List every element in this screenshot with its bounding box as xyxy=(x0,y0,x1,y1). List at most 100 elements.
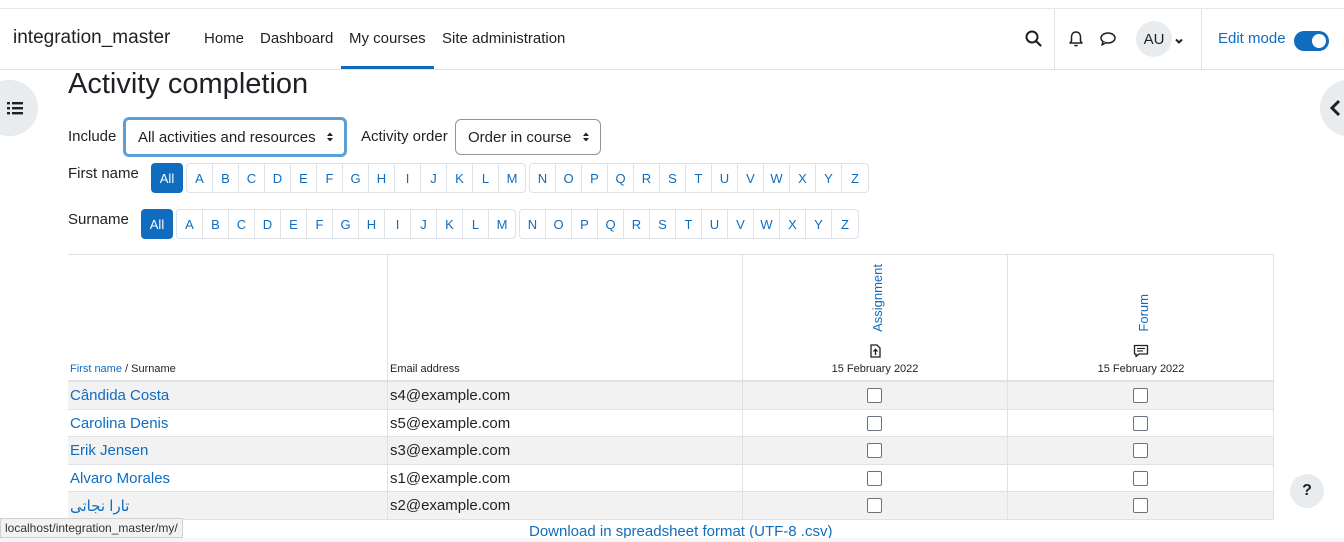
firstname-letter-button[interactable]: C xyxy=(239,164,265,192)
include-select[interactable]: All activities and resources xyxy=(123,117,347,157)
column-divider xyxy=(1273,255,1274,383)
firstname-letter-button[interactable]: A xyxy=(187,164,213,192)
surname-letter-button[interactable]: J xyxy=(411,210,437,238)
activity-order-select[interactable]: Order in course xyxy=(455,119,601,155)
open-course-index-button[interactable] xyxy=(0,80,38,136)
firstname-letter-button[interactable]: W xyxy=(764,164,790,192)
column-header-surname[interactable]: / Surname xyxy=(122,363,176,375)
firstname-letter-button[interactable]: E xyxy=(291,164,317,192)
surname-letter-button[interactable]: V xyxy=(728,210,754,238)
firstname-letter-button[interactable]: Y xyxy=(816,164,842,192)
surname-letter-button[interactable]: C xyxy=(229,210,255,238)
firstname-letter-button[interactable]: K xyxy=(447,164,473,192)
firstname-letter-button[interactable]: S xyxy=(660,164,686,192)
surname-letter-button[interactable]: I xyxy=(385,210,411,238)
messages-chat-icon[interactable] xyxy=(1098,29,1118,49)
completion-checkbox-assignment[interactable] xyxy=(867,470,882,486)
surname-letter-button[interactable]: Q xyxy=(598,210,624,238)
completion-checkbox-forum[interactable] xyxy=(1133,470,1148,486)
surname-letter-button[interactable]: S xyxy=(650,210,676,238)
firstname-letter-button[interactable]: O xyxy=(556,164,582,192)
firstname-letter-button[interactable]: P xyxy=(582,164,608,192)
firstname-letter-button[interactable]: G xyxy=(343,164,369,192)
firstname-letter-button[interactable]: H xyxy=(369,164,395,192)
firstname-letter-button[interactable]: F xyxy=(317,164,343,192)
navbar: integration_master Home Dashboard My cou… xyxy=(0,9,1344,70)
surname-letter-button[interactable]: L xyxy=(463,210,489,238)
surname-letter-button[interactable]: G xyxy=(333,210,359,238)
activity-header-forum[interactable]: Forum xyxy=(1136,294,1151,332)
surname-letter-button[interactable]: D xyxy=(255,210,281,238)
completion-checkbox-assignment[interactable] xyxy=(867,443,882,458)
firstname-letter-button[interactable]: L xyxy=(473,164,499,192)
nav-site-administration[interactable]: Site administration xyxy=(442,30,565,47)
completion-checkbox-assignment[interactable] xyxy=(867,388,882,403)
surname-letter-button[interactable]: H xyxy=(359,210,385,238)
surname-all-button[interactable]: All xyxy=(141,209,173,239)
surname-letter-button[interactable]: B xyxy=(203,210,229,238)
surname-letter-button[interactable]: F xyxy=(307,210,333,238)
firstname-letter-button[interactable]: Q xyxy=(608,164,634,192)
firstname-letter-button[interactable]: J xyxy=(421,164,447,192)
completion-checkbox-forum[interactable] xyxy=(1133,388,1148,403)
nav-dashboard[interactable]: Dashboard xyxy=(260,30,333,47)
firstname-letter-button[interactable]: V xyxy=(738,164,764,192)
student-name-link[interactable]: تارا نجاتی xyxy=(70,497,129,515)
column-divider xyxy=(1007,492,1008,519)
student-name-link[interactable]: Cândida Costa xyxy=(70,387,169,404)
firstname-letter-button[interactable]: Z xyxy=(842,164,868,192)
firstname-letter-button[interactable]: D xyxy=(265,164,291,192)
surname-letter-button[interactable]: M xyxy=(489,210,515,238)
surname-letter-button[interactable]: A xyxy=(177,210,203,238)
chevron-down-icon[interactable] xyxy=(1174,33,1184,44)
surname-letter-button[interactable]: P xyxy=(572,210,598,238)
firstname-letter-group: NOPQRSTUVWXYZ xyxy=(529,163,869,193)
column-divider xyxy=(742,492,743,519)
surname-letter-button[interactable]: U xyxy=(702,210,728,238)
column-divider xyxy=(387,382,388,409)
completion-checkbox-forum[interactable] xyxy=(1133,498,1148,513)
completion-checkbox-assignment[interactable] xyxy=(867,415,882,431)
surname-letter-button[interactable]: Z xyxy=(832,210,858,238)
column-divider xyxy=(742,409,743,436)
firstname-letter-button[interactable]: N xyxy=(530,164,556,192)
surname-letter-button[interactable]: K xyxy=(437,210,463,238)
surname-letter-button[interactable]: Y xyxy=(806,210,832,238)
firstname-letter-button[interactable]: M xyxy=(499,164,525,192)
student-name-link[interactable]: Alvaro Morales xyxy=(70,470,170,487)
firstname-all-button[interactable]: All xyxy=(151,163,183,193)
completion-checkbox-forum[interactable] xyxy=(1133,443,1148,458)
site-brand[interactable]: integration_master xyxy=(13,27,170,49)
edit-mode-toggle[interactable] xyxy=(1294,31,1329,51)
surname-letter-button[interactable]: N xyxy=(520,210,546,238)
surname-letter-button[interactable]: T xyxy=(676,210,702,238)
surname-letter-button[interactable]: R xyxy=(624,210,650,238)
student-name-link[interactable]: Erik Jensen xyxy=(70,442,148,459)
help-button[interactable]: ? xyxy=(1290,474,1324,508)
column-divider xyxy=(387,492,388,519)
firstname-letter-button[interactable]: I xyxy=(395,164,421,192)
nav-home[interactable]: Home xyxy=(204,30,244,47)
surname-letter-button[interactable]: E xyxy=(281,210,307,238)
column-divider xyxy=(387,464,388,491)
sort-firstname-link[interactable]: First name xyxy=(70,363,122,375)
completion-checkbox-forum[interactable] xyxy=(1133,415,1148,431)
nav-my-courses[interactable]: My courses xyxy=(349,30,426,47)
open-block-drawer-button[interactable] xyxy=(1320,80,1344,136)
firstname-letter-button[interactable]: T xyxy=(686,164,712,192)
firstname-letter-button[interactable]: X xyxy=(790,164,816,192)
surname-letter-button[interactable]: X xyxy=(780,210,806,238)
activity-header-assignment[interactable]: Assignment xyxy=(870,264,885,332)
firstname-letter-button[interactable]: B xyxy=(213,164,239,192)
column-divider xyxy=(387,409,388,436)
completion-checkbox-assignment[interactable] xyxy=(867,498,882,513)
surname-letter-button[interactable]: W xyxy=(754,210,780,238)
search-icon[interactable] xyxy=(1024,29,1044,49)
firstname-letter-button[interactable]: U xyxy=(712,164,738,192)
student-name-link[interactable]: Carolina Denis xyxy=(70,415,168,432)
firstname-letter-button[interactable]: R xyxy=(634,164,660,192)
edit-mode-label[interactable]: Edit mode xyxy=(1218,30,1286,47)
user-avatar[interactable]: AU xyxy=(1136,21,1172,57)
notifications-bell-icon[interactable] xyxy=(1066,29,1086,49)
surname-letter-button[interactable]: O xyxy=(546,210,572,238)
